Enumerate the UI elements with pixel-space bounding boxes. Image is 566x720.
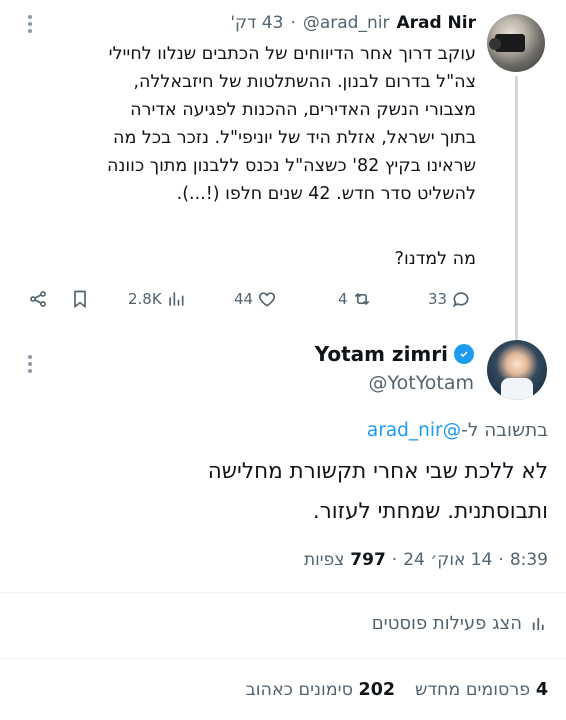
meta-separator: · bbox=[498, 550, 504, 570]
tweet-action-bar: 2.8K 44 4 33 bbox=[0, 284, 490, 314]
author-name[interactable]: Arad Nir bbox=[396, 13, 476, 33]
tweet-line: עוקב דרוך אחר הדיווחים של הכתבים שנלוו ל… bbox=[108, 44, 476, 64]
retweet-icon bbox=[354, 292, 369, 306]
likes-count: 44 bbox=[234, 290, 254, 308]
view-post-activity-label: הצג פעילות פוסטים bbox=[371, 613, 522, 634]
reposts-label: פרסומים מחדש bbox=[415, 680, 531, 700]
reposts-count: 4 bbox=[535, 680, 548, 700]
replying-prefix: בתשובה ל- bbox=[461, 420, 548, 441]
tweet-line: מצבורי הנשק האדירים, ההכנות לפגיעה אדירה bbox=[130, 100, 476, 120]
views-button[interactable]: 2.8K bbox=[128, 284, 186, 314]
tweet-line: צה"ל בדרום לבנון. ההשתלטות של חיזבאללה, bbox=[133, 72, 476, 92]
author-avatar[interactable] bbox=[487, 14, 545, 72]
replying-to-line: בתשובה ל-@arad_nir bbox=[367, 420, 548, 441]
likes-count: 202 bbox=[358, 680, 396, 700]
retweets-count: 4 bbox=[338, 290, 348, 308]
retweet-button[interactable]: 4 bbox=[338, 284, 372, 314]
tweet-question: מה למדנו? bbox=[394, 249, 476, 269]
divider bbox=[0, 592, 566, 593]
replying-mention-link[interactable]: @arad_nir bbox=[367, 420, 461, 441]
heart-icon bbox=[258, 292, 276, 307]
reposts-stat[interactable]: 4 פרסומים מחדש bbox=[415, 680, 548, 700]
reply-tweet-text: לא ללכת שבי אחרי תקשורת מחלישה ותבוסתנית… bbox=[18, 452, 548, 532]
reply-date[interactable]: 14 אוק׳ 24 bbox=[403, 550, 492, 570]
divider bbox=[0, 658, 566, 659]
verified-badge-icon bbox=[454, 344, 474, 364]
meta-separator: · bbox=[391, 550, 398, 570]
parent-tweet-header: Arad Nir @arad_nir · 43 דק' bbox=[230, 10, 476, 36]
view-post-activity-link[interactable]: הצג פעילות פוסטים bbox=[372, 613, 548, 634]
bookmark-button[interactable] bbox=[70, 284, 90, 314]
thread-connector-line bbox=[515, 76, 518, 342]
reply-author-name[interactable]: Yotam zimri bbox=[315, 342, 448, 366]
like-button[interactable]: 44 bbox=[234, 284, 277, 314]
share-icon bbox=[30, 291, 46, 307]
parent-tweet-text: עוקב דרוך אחר הדיווחים של הכתבים שנלוו ל… bbox=[6, 40, 476, 208]
tweet-timestamp[interactable]: 43 דק' bbox=[230, 13, 283, 33]
reply-views-label: צפיות bbox=[303, 550, 345, 570]
reply-button[interactable]: 33 bbox=[428, 284, 471, 314]
replies-count: 33 bbox=[428, 290, 448, 308]
more-options-icon[interactable] bbox=[18, 12, 42, 33]
shirt-shape bbox=[501, 378, 533, 400]
share-button[interactable] bbox=[28, 284, 48, 314]
reply-views-count: 797 bbox=[350, 550, 386, 570]
analytics-bars-icon bbox=[532, 617, 544, 630]
meta-separator: · bbox=[290, 13, 296, 33]
reply-line: ותבוסתנית. שמחתי לעזור. bbox=[312, 499, 548, 524]
reply-author-handle[interactable]: @YotYotam bbox=[369, 372, 474, 394]
reply-bubble-icon bbox=[452, 292, 469, 308]
reply-timestamp-row: 8:39 · 14 אוק׳ 24 · 797 צפיות bbox=[304, 550, 548, 570]
reply-author-name-row: Yotam zimri bbox=[315, 342, 474, 366]
reply-line: לא ללכת שבי אחרי תקשורת מחלישה bbox=[207, 459, 548, 484]
likes-stat[interactable]: 202 סימונים כאהוב bbox=[246, 680, 395, 700]
bookmark-icon bbox=[74, 290, 86, 309]
reply-more-options-icon[interactable] bbox=[18, 352, 42, 373]
reply-author-avatar[interactable] bbox=[487, 340, 547, 400]
likes-label: סימונים כאהוב bbox=[245, 680, 353, 700]
engagement-stats-row: 4 פרסומים מחדש 202 סימונים כאהוב bbox=[246, 680, 548, 700]
tweet-line: להשליט סדר חדש. 42 שנים חלפו (!...). bbox=[176, 184, 476, 204]
author-handle[interactable]: @arad_nir bbox=[303, 13, 390, 33]
tweet-line: שראינו בקיץ 82' כשצה"ל נכנס ללבנון מתוך … bbox=[106, 156, 476, 176]
views-count: 2.8K bbox=[128, 290, 162, 308]
tweet-line: בתוך ישראל, אזלת היד של יוניפי"ל. נזכר ב… bbox=[113, 128, 476, 148]
analytics-bars-icon bbox=[169, 292, 184, 306]
camera-lens-shape bbox=[489, 38, 501, 50]
reply-time[interactable]: 8:39 bbox=[510, 550, 548, 570]
